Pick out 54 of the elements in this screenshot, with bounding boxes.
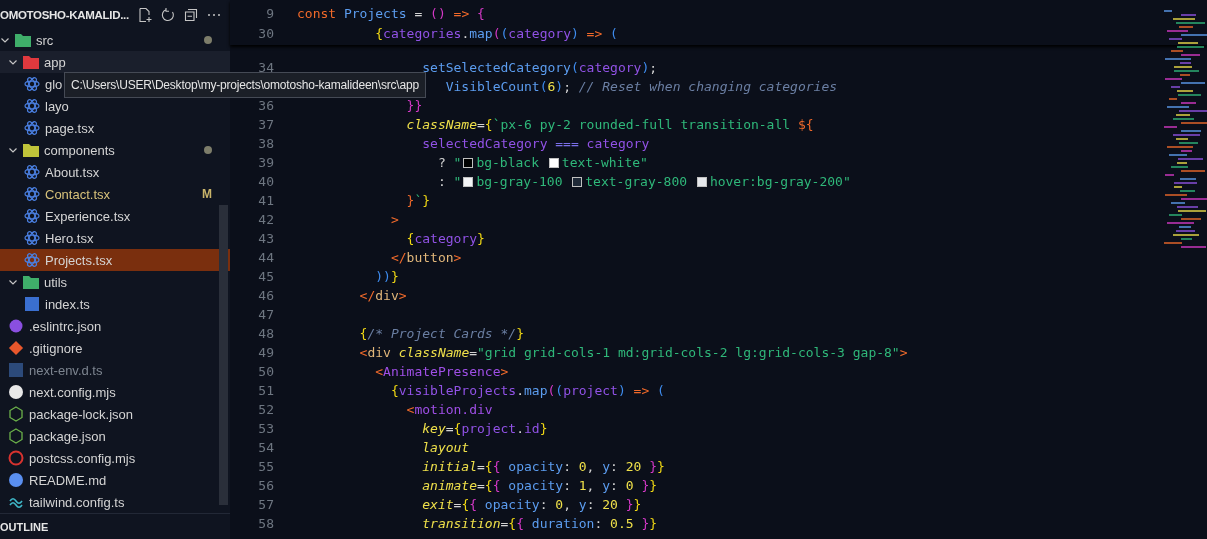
code-line: transition={{ duration: 0.5 }} <box>421 516 658 531</box>
code-line: selectedCategory === category <box>421 136 650 151</box>
code-line: initial={{ opacity: 0, y: 20 }} <box>421 459 665 474</box>
line-number: 40 <box>258 174 274 189</box>
code-line: <div className="grid grid-cols-1 md:grid-cols-2 lg:grid-cols-3 gap-8"> <box>358 345 908 360</box>
code-line: </div> <box>358 288 407 303</box>
code-line: {categories.map((category) => ( <box>374 25 618 41</box>
line-number: 52 <box>258 402 274 417</box>
line-number: 56 <box>258 478 274 493</box>
explorer-title: OMOTOSHO-KAMALID... <box>0 8 129 21</box>
line-number: 36 <box>258 98 274 113</box>
code-line: setSelectedCategory(category); <box>421 60 658 75</box>
code-line: }} <box>405 98 423 113</box>
line-number: 53 <box>258 421 274 436</box>
line-number: 41 <box>258 193 274 208</box>
code-line: : " bg-gray-100 text-gray-800 hover:bg-gray-200" <box>436 174 851 189</box>
line-number: 43 <box>258 231 274 246</box>
code-line: className={`px-6 py-2 rounded-full transition-all ${ <box>405 117 814 132</box>
line-number: 47 <box>258 307 274 322</box>
git-status: M <box>202 187 212 202</box>
line-number: 44 <box>258 250 274 265</box>
code-line: </button> <box>389 250 462 265</box>
line-number: 54 <box>258 440 274 455</box>
line-number: 37 <box>258 117 274 132</box>
line-number: 46 <box>258 288 274 303</box>
line-number: 57 <box>258 497 274 512</box>
code-line: {/* Project Cards */} <box>358 326 524 341</box>
line-number: 34 <box>258 60 274 75</box>
code-line: ? " bg-black text-white" <box>436 155 648 170</box>
line-number: 51 <box>258 383 274 398</box>
code-line: layout <box>421 440 470 455</box>
line-number: 39 <box>258 155 274 170</box>
line-number: 45 <box>258 269 274 284</box>
code-line: > <box>389 212 399 227</box>
code-line: }`} <box>405 193 431 208</box>
line-number: 38 <box>258 136 274 151</box>
line-number: 55 <box>258 459 274 474</box>
code-line: ))} <box>374 269 399 284</box>
line-number: 50 <box>258 364 274 379</box>
code-line: {visibleProjects.map((project) => ( <box>389 383 665 398</box>
line-number: 42 <box>258 212 274 227</box>
line-number: 58 <box>258 516 274 531</box>
line-number: 9 <box>265 5 274 21</box>
code-line: const Projects = () => { <box>297 5 485 21</box>
code-line: <motion.div <box>405 402 493 417</box>
line-number: 49 <box>258 345 274 360</box>
code-line: animate={{ opacity: 1, y: 0 }} <box>421 478 658 493</box>
line-number: 30 <box>257 25 274 41</box>
code-line: key={project.id} <box>421 421 548 436</box>
path-tooltip: C:\Users\USER\Desktop\my-projects\omotosho-kamalideen\src\app <box>64 72 426 98</box>
code-line: exit={{ opacity: 0, y: 20 }} <box>421 497 642 512</box>
code-line: <AnimatePresence> <box>374 364 509 379</box>
code-line: {category} <box>405 231 485 246</box>
line-number: 48 <box>258 326 274 341</box>
